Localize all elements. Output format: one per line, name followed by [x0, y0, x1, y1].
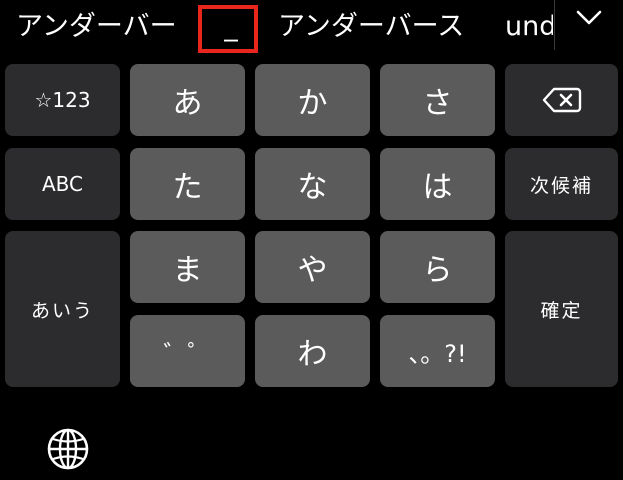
candidate-und[interactable]: und: [505, 0, 553, 58]
alphabet-key-label: ABC: [41, 172, 83, 196]
backspace-key[interactable]: [505, 64, 618, 136]
candidate-underbar[interactable]: アンダーバー: [16, 0, 191, 58]
kana-key-na-label: な: [297, 170, 328, 205]
globe-icon: [47, 428, 89, 470]
kana-key-a-label: あ: [172, 86, 203, 121]
kana-key-ta[interactable]: た: [130, 148, 245, 220]
dakuten-key[interactable]: ゛゜: [130, 315, 245, 387]
kana-key-sa[interactable]: さ: [380, 64, 495, 136]
kana-key-ya[interactable]: や: [255, 231, 370, 303]
candidate-underbars[interactable]: アンダーバース: [278, 0, 478, 58]
next-candidate-key-label: 次候補: [529, 174, 593, 197]
numbers-key-label: ☆123: [34, 88, 91, 112]
selected-candidate-highlight: [198, 5, 258, 53]
backspace-icon: [542, 87, 581, 113]
hiragana-key-label: あいう: [30, 299, 94, 322]
hiragana-key[interactable]: あいう: [5, 231, 120, 387]
expand-candidates-button[interactable]: [562, 2, 616, 42]
globe-button[interactable]: [46, 427, 90, 471]
confirm-key-label: 確定: [540, 299, 583, 322]
kana-key-wa-label: わ: [297, 337, 328, 372]
kana-key-ta-label: た: [172, 170, 203, 205]
kana-key-ka-label: か: [297, 86, 328, 121]
candidate-bar: アンダーバー _ アンダーバース und: [0, 0, 623, 58]
kana-key-ya-label: や: [297, 253, 328, 288]
kana-key-wa[interactable]: わ: [255, 315, 370, 387]
next-candidate-key[interactable]: 次候補: [505, 148, 618, 220]
dakuten-key-label: ゛゜: [163, 339, 212, 368]
kana-key-ra[interactable]: ら: [380, 231, 495, 303]
kana-key-ha[interactable]: は: [380, 148, 495, 220]
kana-key-ma[interactable]: ま: [130, 231, 245, 303]
punctuation-key-label: 、。?!: [408, 339, 467, 368]
kana-key-ra-label: ら: [422, 253, 453, 288]
candidate-divider: [554, 0, 555, 50]
numbers-key[interactable]: ☆123: [5, 64, 120, 136]
punctuation-key[interactable]: 、。?!: [380, 315, 495, 387]
alphabet-key[interactable]: ABC: [5, 148, 120, 220]
kana-key-sa-label: さ: [422, 86, 453, 121]
kana-key-ma-label: ま: [172, 253, 203, 288]
kana-key-ha-label: は: [422, 170, 453, 205]
kana-key-a[interactable]: あ: [130, 64, 245, 136]
chevron-down-icon: [576, 10, 602, 25]
kana-key-na[interactable]: な: [255, 148, 370, 220]
kana-key-ka[interactable]: か: [255, 64, 370, 136]
confirm-key[interactable]: 確定: [505, 231, 618, 387]
